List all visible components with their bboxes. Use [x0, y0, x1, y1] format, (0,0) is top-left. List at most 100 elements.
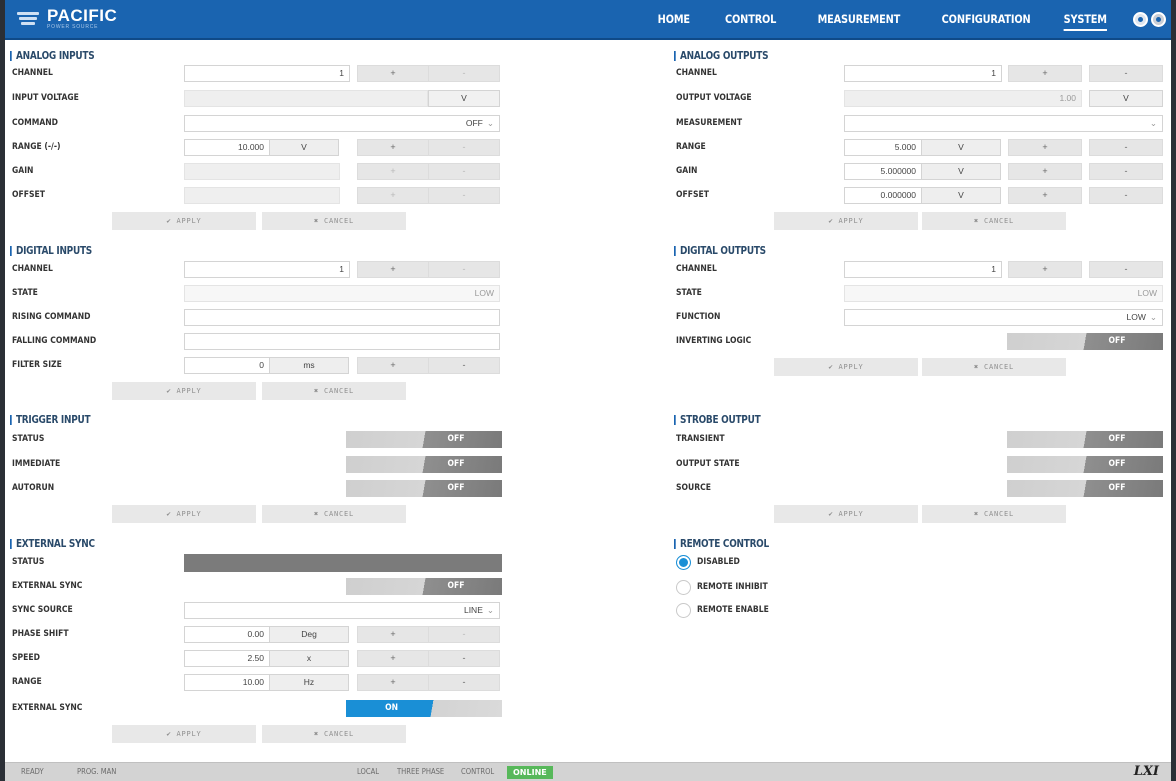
- ai-gain-plus-button[interactable]: +: [357, 163, 429, 180]
- label: STATUS: [12, 434, 45, 444]
- es-speed-input[interactable]: 2.50: [184, 650, 270, 667]
- es-apply-button[interactable]: ✔ APPLY: [112, 725, 256, 743]
- ai-cancel-button[interactable]: ✖ CANCEL: [262, 212, 406, 230]
- so-apply-button[interactable]: ✔ APPLY: [774, 505, 918, 523]
- ti-status-toggle[interactable]: OFF: [346, 431, 502, 448]
- di-channel-plus-button[interactable]: +: [357, 261, 429, 278]
- remote-disabled-radio[interactable]: DISABLED: [676, 553, 747, 571]
- ao-range-minus-button[interactable]: -: [1089, 139, 1163, 156]
- ti-autorun-toggle[interactable]: OFF: [346, 480, 502, 497]
- label: EXTERNAL SYNC: [12, 703, 83, 713]
- ai-gain-minus-button[interactable]: -: [428, 163, 500, 180]
- ai-offset-input[interactable]: [184, 187, 340, 204]
- nav-system[interactable]: SYSTEM: [1063, 12, 1107, 31]
- ao-gain-row: GAIN 5.000000 V + -: [676, 163, 1166, 181]
- es-phase-shift-minus-button[interactable]: -: [428, 626, 500, 643]
- label: INVERTING LOGIC: [676, 336, 752, 346]
- label: OUTPUT VOLTAGE: [676, 93, 752, 103]
- ao-gain-input[interactable]: 5.000000: [844, 163, 922, 180]
- so-source-toggle[interactable]: OFF: [1007, 480, 1163, 497]
- ao-channel-input[interactable]: 1: [844, 65, 1002, 82]
- ao-offset-plus-button[interactable]: +: [1008, 187, 1082, 204]
- so-transient-row: TRANSIENT OFF: [676, 431, 1166, 449]
- ao-offset-minus-button[interactable]: -: [1089, 187, 1163, 204]
- remote-inhibit-radio[interactable]: REMOTE INHIBIT: [676, 578, 780, 596]
- ao-gain-unit: V: [921, 163, 1001, 180]
- ao-measurement-select[interactable]: ⌄: [844, 115, 1163, 132]
- do-function-select[interactable]: LOW ⌄: [844, 309, 1163, 326]
- ai-channel-minus-button[interactable]: -: [428, 65, 500, 82]
- ai-offset-plus-button[interactable]: +: [357, 187, 429, 204]
- do-inverting-toggle[interactable]: OFF: [1007, 333, 1163, 350]
- ai-channel-plus-button[interactable]: +: [357, 65, 429, 82]
- ai-offset-minus-button[interactable]: -: [428, 187, 500, 204]
- do-channel-plus-button[interactable]: +: [1008, 261, 1082, 278]
- nav-home[interactable]: HOME: [658, 12, 690, 31]
- ao-channel-plus-button[interactable]: +: [1008, 65, 1082, 82]
- label: COMMAND: [12, 118, 59, 128]
- ao-gain-plus-button[interactable]: +: [1008, 163, 1082, 180]
- ti-apply-button[interactable]: ✔ APPLY: [112, 505, 256, 523]
- es-range-plus-button[interactable]: +: [357, 674, 429, 691]
- di-cancel-button[interactable]: ✖ CANCEL: [262, 382, 406, 400]
- ti-cancel-button[interactable]: ✖ CANCEL: [262, 505, 406, 523]
- ao-gain-minus-button[interactable]: -: [1089, 163, 1163, 180]
- di-channel-minus-button[interactable]: -: [428, 261, 500, 278]
- do-channel-input[interactable]: 1: [844, 261, 1002, 278]
- ao-range-plus-button[interactable]: +: [1008, 139, 1082, 156]
- label: OFFSET: [676, 190, 709, 200]
- es-sync-source-select[interactable]: LINE ⌄: [184, 602, 500, 619]
- di-filter-plus-button[interactable]: +: [357, 357, 429, 374]
- es-cancel-button[interactable]: ✖ CANCEL: [262, 725, 406, 743]
- es-speed-minus-button[interactable]: -: [428, 650, 500, 667]
- es-external-sync-on-toggle[interactable]: ON: [346, 700, 502, 717]
- ai-channel-input[interactable]: 1: [184, 65, 350, 82]
- do-inverting-row: INVERTING LOGIC OFF: [676, 333, 1166, 351]
- ao-channel-minus-button[interactable]: -: [1089, 65, 1163, 82]
- brand-logo[interactable]: PACIFIC POWER SOURCE: [17, 7, 117, 30]
- es-status-row: STATUS: [12, 554, 512, 572]
- ti-immediate-toggle[interactable]: OFF: [346, 456, 502, 473]
- es-external-sync-toggle[interactable]: OFF: [346, 578, 502, 595]
- di-filter-input[interactable]: 0: [184, 357, 270, 374]
- remote-enable-radio[interactable]: REMOTE ENABLE: [676, 601, 782, 619]
- di-channel-input[interactable]: 1: [184, 261, 350, 278]
- do-state-readout: LOW: [844, 285, 1163, 302]
- so-output-state-toggle[interactable]: OFF: [1007, 456, 1163, 473]
- nav-control[interactable]: CONTROL: [725, 12, 776, 31]
- label: SYNC SOURCE: [12, 605, 73, 615]
- es-speed-plus-button[interactable]: +: [357, 650, 429, 667]
- so-transient-toggle[interactable]: OFF: [1007, 431, 1163, 448]
- di-falling-command-input[interactable]: [184, 333, 500, 350]
- ai-command-select[interactable]: OFF ⌄: [184, 115, 500, 132]
- ao-apply-button[interactable]: ✔ APPLY: [774, 212, 918, 230]
- es-phase-shift-plus-button[interactable]: +: [357, 626, 429, 643]
- radio-dot: [676, 579, 691, 595]
- settings-icon[interactable]: [1133, 12, 1148, 27]
- digital-outputs-section: DIGITAL OUTPUTS: [674, 244, 1164, 258]
- es-phase-shift-input[interactable]: 0.00: [184, 626, 270, 643]
- ao-offset-input[interactable]: 0.000000: [844, 187, 922, 204]
- ai-range-plus-button[interactable]: +: [357, 139, 429, 156]
- di-filter-minus-button[interactable]: -: [428, 357, 500, 374]
- di-apply-button[interactable]: ✔ APPLY: [112, 382, 256, 400]
- di-rising-command-input[interactable]: [184, 309, 500, 326]
- es-range-minus-button[interactable]: -: [428, 674, 500, 691]
- nav-configuration[interactable]: CONFIGURATION: [941, 12, 1030, 31]
- ai-range-minus-button[interactable]: -: [428, 139, 500, 156]
- section-title: TRIGGER INPUT: [10, 413, 435, 427]
- ai-offset-row: OFFSET + -: [12, 187, 512, 205]
- es-range-input[interactable]: 10.00: [184, 674, 270, 691]
- ai-gain-input[interactable]: [184, 163, 340, 180]
- ai-apply-button[interactable]: ✔ APPLY: [112, 212, 256, 230]
- nav-measurement[interactable]: MEASUREMENT: [817, 12, 900, 31]
- do-apply-button[interactable]: ✔ APPLY: [774, 358, 918, 376]
- es-range-unit: Hz: [269, 674, 349, 691]
- ai-range-input[interactable]: 10.000: [184, 139, 270, 156]
- ao-cancel-button[interactable]: ✖ CANCEL: [922, 212, 1066, 230]
- ao-range-input[interactable]: 5.000: [844, 139, 922, 156]
- so-cancel-button[interactable]: ✖ CANCEL: [922, 505, 1066, 523]
- do-channel-minus-button[interactable]: -: [1089, 261, 1163, 278]
- do-cancel-button[interactable]: ✖ CANCEL: [922, 358, 1066, 376]
- help-icon[interactable]: [1151, 12, 1166, 27]
